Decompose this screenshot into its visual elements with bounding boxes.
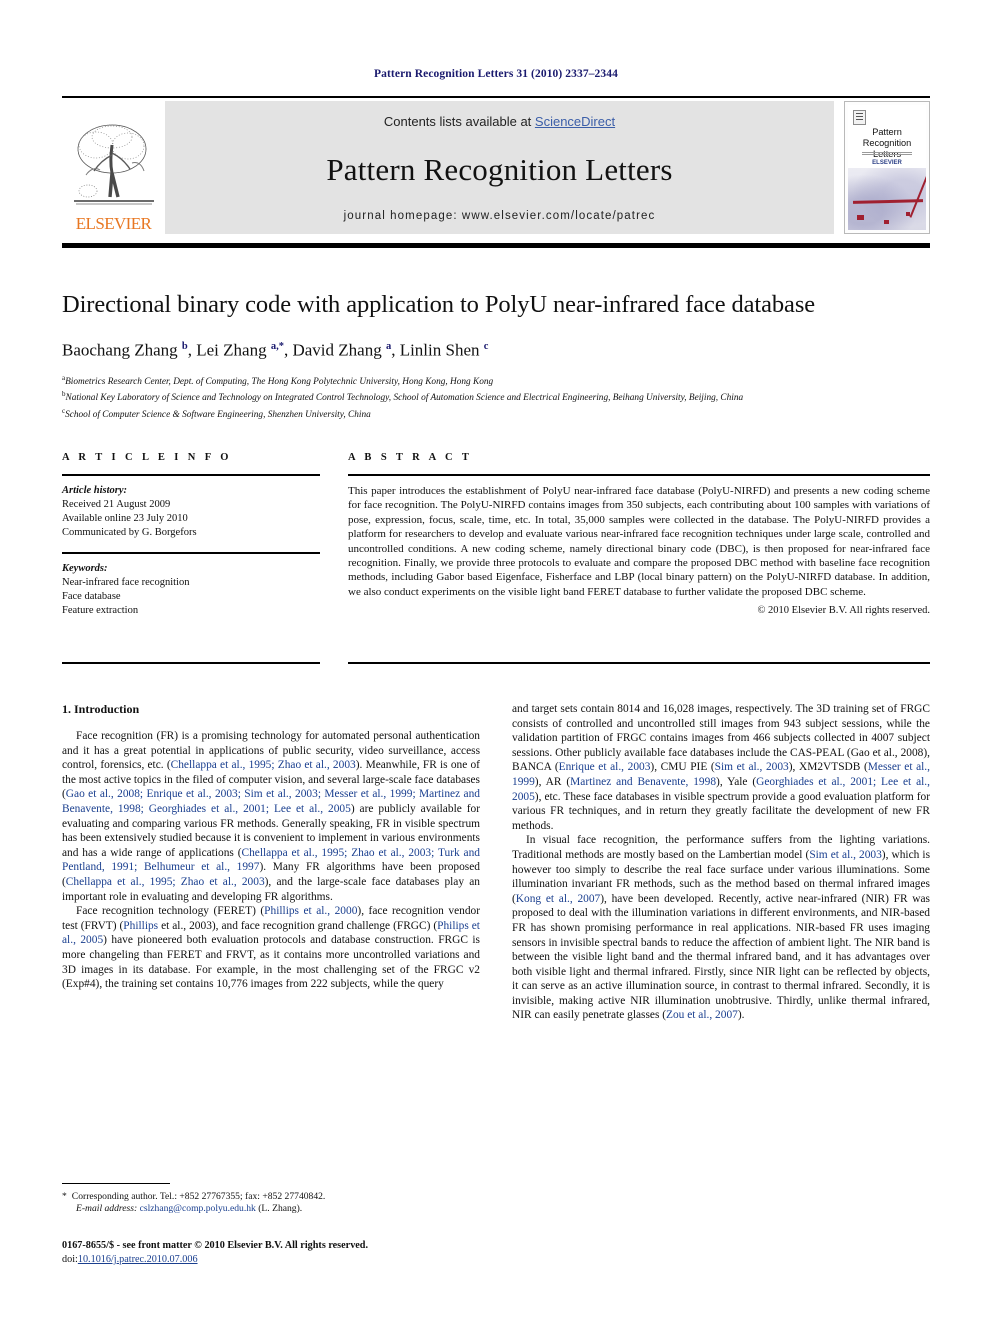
keywords-rule (62, 552, 320, 554)
body-column-gap (480, 702, 512, 1023)
masthead-bottom-rule (62, 243, 930, 248)
article-history-group: Article history: Received 21 August 2009… (62, 484, 320, 540)
cover-publisher: ELSEVIER (872, 160, 902, 166)
doi-label: doi: (62, 1253, 78, 1265)
affiliation-item: bNational Key Laboratory of Science and … (62, 388, 930, 405)
cover-title-line1: Pattern Recognition (862, 127, 912, 148)
contents-available-line: Contents lists available at ScienceDirec… (384, 114, 615, 129)
elsevier-tree-icon (73, 124, 154, 205)
cover-art-dot (883, 219, 889, 224)
journal-masthead: ELSEVIER Contents lists available at Sci… (62, 101, 930, 234)
elsevier-wordmark: ELSEVIER (75, 214, 152, 233)
issn-copyright-line: 0167-8655/$ - see front matter © 2010 El… (62, 1240, 369, 1251)
history-item: Communicated by G. Borgefors (62, 527, 197, 538)
keywords-label: Keywords: (62, 563, 108, 574)
doi-line: doi:10.1016/j.patrec.2010.07.006 (62, 1253, 662, 1267)
history-item: Available online 23 July 2010 (62, 513, 188, 524)
running-head: Pattern Recognition Letters 31 (2010) 23… (374, 68, 618, 80)
info-bottom-rule (62, 662, 320, 664)
article-info-heading: A R T I C L E I N F O (62, 452, 232, 463)
article-page: Pattern Recognition Letters 31 (2010) 23… (0, 0, 992, 1323)
journal-cover-thumbnail: Pattern Recognition Letters ELSEVIER (844, 101, 930, 234)
article-info-rule (62, 474, 320, 476)
keywords-group: Keywords: Near-infrared face recognition… (62, 562, 320, 618)
cover-art-dot (857, 215, 865, 221)
journal-title: Pattern Recognition Letters (326, 151, 673, 187)
body-paragraph: In visual face recognition, the performa… (512, 834, 931, 1022)
abstract-rule (348, 474, 930, 476)
corresponding-email-link[interactable]: cslzhang@comp.polyu.edu.hk (140, 1203, 256, 1214)
keyword-item: Near-infrared face recognition (62, 577, 190, 588)
body-paragraph: and target sets contain 8014 and 16,028 … (512, 703, 931, 832)
body-paragraph: Face recognition technology (FERET) (Phi… (62, 905, 481, 991)
column-gap (320, 452, 348, 630)
keyword-item: Face database (62, 591, 121, 602)
affiliation-item: cSchool of Computer Science & Software E… (62, 405, 930, 422)
cover-art-dot (905, 212, 910, 217)
affiliation-text: School of Computer Science & Software En… (65, 410, 371, 421)
section-heading-introduction: 1. Introduction (62, 702, 140, 716)
contents-prefix: Contents lists available at (383, 114, 535, 129)
cover-inner: Pattern Recognition Letters ELSEVIER (848, 105, 926, 230)
doi-link[interactable]: 10.1016/j.patrec.2010.07.006 (78, 1254, 198, 1265)
cover-subtitle-lines (862, 152, 912, 156)
abstract-column: A B S T R A C T This paper introduces th… (348, 452, 930, 630)
body-left-column: 1. Introduction Face recognition (FR) is… (62, 702, 480, 1023)
affiliation-item: aBiometrics Research Center, Dept. of Co… (62, 372, 930, 389)
footnote-rule (62, 1183, 170, 1184)
abstract-text: This paper introduces the establishment … (348, 485, 930, 598)
affiliation-list: aBiometrics Research Center, Dept. of Co… (62, 372, 930, 422)
email-suffix: (L. Zhang). (258, 1203, 303, 1215)
page-footer: 0167-8655/$ - see front matter © 2010 El… (62, 1239, 662, 1266)
info-abstract-row: A R T I C L E I N F O Article history: R… (62, 452, 930, 630)
masthead-center: Contents lists available at ScienceDirec… (165, 101, 834, 234)
abstract-bottom-rule (348, 662, 930, 664)
elsevier-logo: ELSEVIER (62, 101, 165, 234)
footnote-email-line: E-mail address: cslzhang@comp.polyu.edu.… (62, 1203, 480, 1215)
author-list: Baochang Zhang b, Lei Zhang a,*, David Z… (62, 340, 489, 360)
corresponding-author-footnote: * Corresponding author. Tel.: +852 277673… (62, 1183, 480, 1216)
cover-badge-icon (853, 110, 866, 125)
journal-homepage-line[interactable]: journal homepage: www.elsevier.com/locat… (344, 210, 656, 222)
affiliation-text: Biometrics Research Center, Dept. of Com… (65, 376, 494, 387)
keyword-item: Feature extraction (62, 605, 139, 616)
page-title: Directional binary code with application… (62, 291, 816, 318)
masthead-top-rule (62, 96, 930, 98)
footnote-corresponding-line: * Corresponding author. Tel.: +852 277673… (62, 1191, 480, 1203)
article-info-column: A R T I C L E I N F O Article history: R… (62, 452, 320, 630)
footnote-star-marker: * (62, 1191, 67, 1202)
abstract-heading: A B S T R A C T (348, 452, 473, 463)
body-columns: 1. Introduction Face recognition (FR) is… (62, 702, 930, 1023)
history-item: Received 21 August 2009 (62, 499, 171, 510)
body-paragraph: Face recognition (FR) is a promising tec… (62, 730, 481, 903)
copyright-line: © 2010 Elsevier B.V. All rights reserved… (757, 605, 930, 617)
title-block: Directional binary code with application… (62, 290, 930, 422)
footnote-corresponding-text: Corresponding author. Tel.: +852 2776735… (71, 1191, 326, 1202)
article-history-label: Article history: (62, 485, 128, 496)
body-right-column: and target sets contain 8014 and 16,028 … (512, 702, 930, 1023)
cover-artwork (848, 168, 926, 230)
email-label: E-mail address: (76, 1203, 138, 1215)
sciencedirect-link[interactable]: ScienceDirect (535, 114, 615, 129)
affiliation-text: National Key Laboratory of Science and T… (65, 393, 744, 404)
